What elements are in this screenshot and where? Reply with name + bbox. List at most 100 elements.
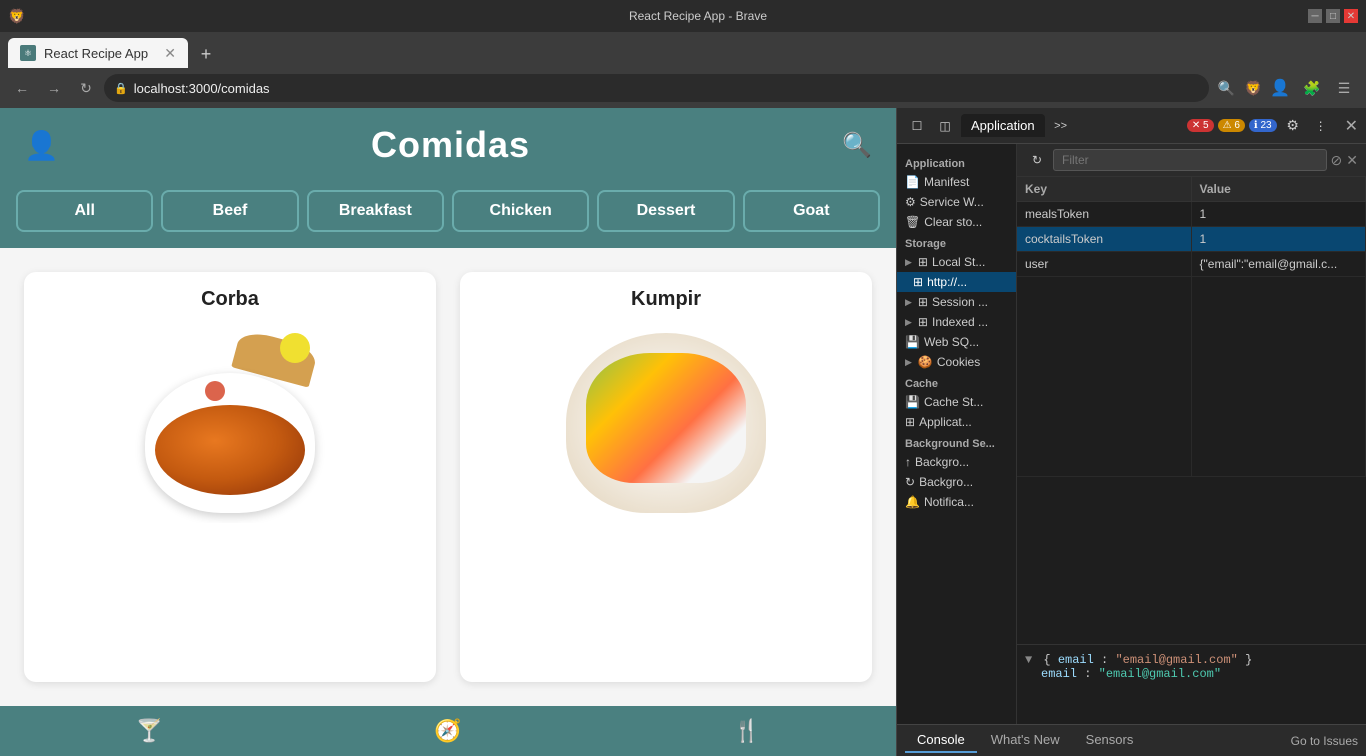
kumpir-plate [566, 333, 766, 513]
category-dessert[interactable]: Dessert [597, 190, 734, 232]
sidebar-item-local-storage[interactable]: ▶ ⊞ Local St... [897, 252, 1016, 272]
table-row-meals[interactable]: mealsToken 1 [1017, 202, 1366, 227]
tab-whats-new[interactable]: What's New [979, 728, 1072, 753]
json-expand-icon[interactable]: ▼ [1025, 653, 1032, 667]
sidebar-item-clear-storage[interactable]: 🗑 Clear sto... [897, 212, 1016, 232]
devtools-elements-icon[interactable]: ☐ [905, 114, 929, 138]
json-preview-object: ▼ { email : "email@gmail.com" } [1025, 653, 1358, 667]
sidebar-item-web-sql[interactable]: 💾 Web SQ... [897, 332, 1016, 352]
lock-icon: 🔒 [114, 82, 128, 95]
soup-liquid [155, 405, 305, 495]
extensions-button[interactable]: 🧩 [1298, 74, 1326, 102]
session-storage-icon: ⊞ [918, 295, 928, 309]
brave-icon: 🦁 [8, 8, 25, 25]
address-bar[interactable]: 🔒 localhost:3000/comidas [104, 74, 1209, 102]
sidebar-item-bg-fetch[interactable]: ↻ Backgro... [897, 472, 1016, 492]
filter-refresh-button[interactable]: ↻ [1025, 148, 1049, 172]
search-icon[interactable]: 🔍 [842, 131, 872, 160]
new-tab-button[interactable]: + [192, 40, 220, 68]
warning-badge: ⚠ 6 [1218, 119, 1245, 132]
sidebar-item-bg-sync[interactable]: ↑ Backgro... [897, 452, 1016, 472]
app-header: 👤 Comidas 🔍 [0, 108, 896, 182]
reload-button[interactable]: ↻ [72, 74, 100, 102]
compass-icon: 🧭 [434, 718, 461, 744]
bg-fetch-icon: ↻ [905, 475, 915, 489]
category-beef[interactable]: Beef [161, 190, 298, 232]
row-meals-value: 1 [1192, 202, 1366, 226]
maximize-button[interactable]: □ [1326, 9, 1340, 23]
address-text: localhost:3000/comidas [134, 81, 1199, 96]
devtools-menu-icon[interactable]: ⋮ [1309, 114, 1333, 138]
table-row-cocktails[interactable]: cocktailsToken 1 [1017, 227, 1366, 252]
category-breakfast[interactable]: Breakfast [307, 190, 444, 232]
devtools-filter-bar: ↻ ⊘ ✕ [1017, 144, 1366, 177]
tab-close-icon[interactable]: ✕ [164, 45, 176, 62]
json-preview: ▼ { email : "email@gmail.com" } email : … [1017, 644, 1366, 724]
web-sql-icon: 💾 [905, 335, 920, 349]
sidebar-item-app-cache[interactable]: ⊞ Applicat... [897, 412, 1016, 432]
json-brace-open: { [1043, 653, 1050, 667]
category-all[interactable]: All [16, 190, 153, 232]
sidebar-item-manifest[interactable]: 📄 Manifest [897, 172, 1016, 192]
session-expand-icon: ▶ [905, 297, 912, 308]
window-controls[interactable]: ─ □ ✕ [1308, 9, 1358, 23]
row-cocktails-key: cocktailsToken [1017, 227, 1192, 251]
forward-button[interactable]: → [40, 74, 68, 102]
bg-sync-icon: ↑ [905, 455, 911, 469]
sidebar-item-http-local[interactable]: ⊞ http://... [897, 272, 1016, 292]
devtools-more-panels[interactable]: >> [1049, 114, 1073, 138]
tab-console[interactable]: Console [905, 728, 977, 753]
devtools-settings-icon[interactable]: ⚙ [1281, 114, 1305, 138]
tab-bar: ⚛ React Recipe App ✕ + [0, 32, 1366, 68]
table-row-user[interactable]: user {"email":"email@gmail.c... [1017, 252, 1366, 277]
filter-close-icon[interactable]: ✕ [1346, 152, 1358, 169]
clear-storage-icon: 🗑 [905, 215, 920, 229]
row-meals-key: mealsToken [1017, 202, 1192, 226]
category-chicken[interactable]: Chicken [452, 190, 589, 232]
recipe-card-corba[interactable]: Corba [24, 272, 436, 682]
soup-bowl [145, 373, 315, 513]
profile-button[interactable]: 👤 [1266, 74, 1294, 102]
devtools-panel: ☐ ◫ Application >> ✕ 5 ⚠ 6 ℹ 23 ⚙ ⋮ ✕ Ap… [896, 108, 1366, 756]
devtools-sidebar: Application 📄 Manifest ⚙ Service W... 🗑 … [897, 144, 1017, 724]
sidebar-item-notifications[interactable]: 🔔 Notifica... [897, 492, 1016, 512]
close-button[interactable]: ✕ [1344, 9, 1358, 23]
cookies-expand-icon: ▶ [905, 357, 912, 368]
app-cache-icon: ⊞ [905, 415, 915, 429]
brave-shield-icon: 🦁 [1245, 80, 1262, 97]
kumpir-filling [586, 353, 746, 483]
filter-input[interactable] [1053, 149, 1327, 171]
local-storage-expand-icon: ▶ [905, 257, 912, 268]
http-storage-icon: ⊞ [913, 275, 923, 289]
recipe-image-corba [120, 323, 340, 523]
row-cocktails-value: 1 [1192, 227, 1366, 251]
sidebar-item-indexed-db[interactable]: ▶ ⊞ Indexed ... [897, 312, 1016, 332]
devtools-close-icon[interactable]: ✕ [1345, 116, 1358, 136]
sidebar-item-service-worker[interactable]: ⚙ Service W... [897, 192, 1016, 212]
info-badge: ℹ 23 [1249, 119, 1277, 132]
nav-bar: ← → ↻ 🔒 localhost:3000/comidas 🔍 🦁 👤 🧩 ☰ [0, 68, 1366, 108]
sidebar-item-cookies[interactable]: ▶ 🍪 Cookies [897, 352, 1016, 372]
devtools-bottom-tabs: Console What's New Sensors Go to Issues [897, 724, 1366, 756]
category-bar: All Beef Breakfast Chicken Dessert Goat [0, 182, 896, 248]
active-tab[interactable]: ⚛ React Recipe App ✕ [8, 38, 188, 68]
minimize-button[interactable]: ─ [1308, 9, 1322, 23]
tab-sensors[interactable]: Sensors [1074, 728, 1146, 753]
category-goat[interactable]: Goat [743, 190, 880, 232]
issues-button[interactable]: Go to Issues [1291, 734, 1358, 748]
sidebar-item-session-storage[interactable]: ▶ ⊞ Session ... [897, 292, 1016, 312]
devtools-toolbar: ☐ ◫ Application >> ✕ 5 ⚠ 6 ℹ 23 ⚙ ⋮ ✕ [897, 108, 1366, 144]
devtools-network-icon[interactable]: ◫ [933, 114, 957, 138]
back-button[interactable]: ← [8, 74, 36, 102]
devtools-active-tab[interactable]: Application [961, 114, 1045, 137]
main-area: 👤 Comidas 🔍 All Beef Breakfast Chicken D… [0, 108, 1366, 756]
filter-block-icon[interactable]: ⊘ [1331, 152, 1343, 169]
user-icon[interactable]: 👤 [24, 129, 59, 162]
error-badge: ✕ 5 [1187, 119, 1214, 132]
recipe-card-kumpir[interactable]: Kumpir [460, 272, 872, 682]
search-nav-button[interactable]: 🔍 [1213, 74, 1241, 102]
menu-button[interactable]: ☰ [1330, 74, 1358, 102]
notifications-icon: 🔔 [905, 495, 920, 509]
sidebar-item-cache-storage[interactable]: 💾 Cache St... [897, 392, 1016, 412]
tab-favicon: ⚛ [20, 45, 36, 61]
